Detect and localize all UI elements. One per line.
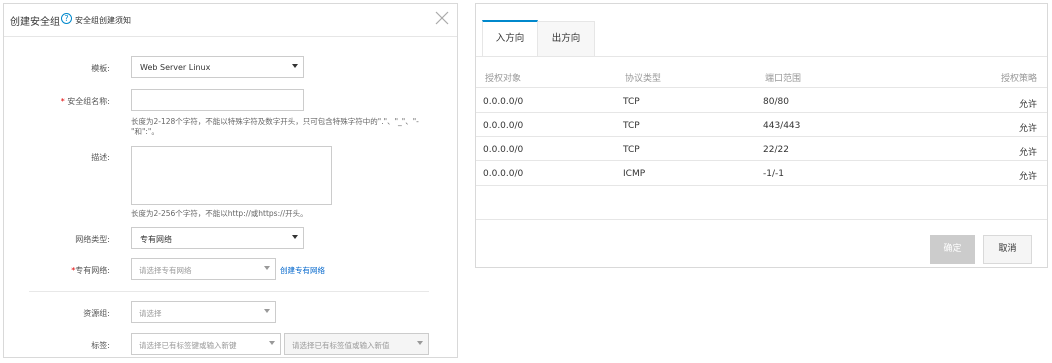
column-header-policy: 授权策略 (1000, 74, 1037, 84)
caret-down-icon (269, 341, 275, 345)
table-cell-source: 0.0.0.0/0 (483, 121, 524, 131)
table-cell-source: 0.0.0.0/0 (483, 169, 524, 179)
table-cell-ports: 80/80 (763, 97, 789, 107)
caret-down-icon (292, 64, 298, 68)
tab-outbound[interactable]: 出方向 (538, 21, 595, 57)
table-cell-protocol: TCP (623, 97, 640, 107)
network-type-select[interactable]: 专有网络 (131, 227, 304, 249)
table-cell-source: 0.0.0.0/0 (483, 145, 524, 155)
resource-group-label: 资源组: (83, 309, 110, 318)
confirm-button[interactable]: 确定 (930, 235, 975, 264)
table-cell-policy: 允许 (1018, 172, 1037, 182)
table-divider (476, 185, 1047, 186)
network-type-label: 网络类型: (75, 235, 110, 244)
table-cell-policy: 允许 (1018, 124, 1037, 134)
security-group-name-input[interactable] (131, 89, 304, 111)
name-label: * 安全组名称: (4, 96, 110, 107)
tag-value-placeholder: 请选择已有标签值或输入新值 (292, 341, 390, 350)
caret-down-icon (264, 309, 270, 313)
question-circle-icon[interactable]: ? (61, 13, 72, 24)
create-security-group-dialog: 创建安全组 ? 安全组创建须知 模板: Web Server Linux * 安… (3, 3, 458, 358)
caret-down-icon (417, 341, 423, 345)
description-textarea[interactable] (131, 146, 332, 205)
template-value: Web Server Linux (140, 63, 211, 72)
table-cell-ports: 443/443 (763, 121, 801, 131)
dialog-title: 创建安全组 (10, 17, 60, 28)
vpc-select[interactable]: 请选择专有网络 (131, 258, 276, 280)
table-cell-protocol: TCP (623, 145, 640, 155)
footer-divider (476, 219, 1047, 220)
dialog-header: 创建安全组 ? 安全组创建须知 (4, 4, 457, 37)
table-cell-protocol: ICMP (623, 169, 646, 179)
tags-label: 标签: (91, 341, 110, 350)
table-cell-protocol: TCP (623, 121, 640, 131)
column-header-ports: 端口范围 (765, 74, 802, 84)
vpc-placeholder: 请选择专有网络 (139, 266, 192, 275)
tag-value-select[interactable]: 请选择已有标签值或输入新值 (284, 333, 429, 355)
name-hint: 长度为2-128个字符，不能以特殊字符及数字开头，只可包含特殊字符中的"."、"… (131, 117, 419, 136)
description-hint: 长度为2-256个字符，不能以http://或https://开头。 (131, 209, 308, 218)
required-mark: * (60, 97, 65, 106)
vpc-label: *专有网络: (4, 265, 110, 276)
close-icon[interactable] (434, 10, 450, 26)
table-divider (476, 160, 1047, 161)
caret-down-icon (264, 266, 270, 270)
network-type-value: 专有网络 (140, 235, 172, 244)
tag-key-placeholder: 请选择已有标签键或输入新键 (139, 341, 237, 350)
resource-group-select[interactable]: 请选择 (131, 301, 276, 323)
table-cell-policy: 允许 (1018, 100, 1037, 110)
resource-group-placeholder: 请选择 (139, 309, 162, 318)
tabs-divider (476, 56, 1047, 57)
tag-key-select[interactable]: 请选择已有标签键或输入新键 (131, 333, 281, 355)
table-cell-ports: -1/-1 (763, 169, 784, 179)
table-divider (476, 136, 1047, 137)
table-cell-source: 0.0.0.0/0 (483, 97, 524, 107)
column-header-protocol: 协议类型 (625, 74, 662, 84)
table-divider (476, 112, 1047, 113)
security-rules-panel: 入方向 出方向 授权对象 协议类型 端口范围 授权策略 0.0.0.0/0 TC… (475, 3, 1048, 268)
template-label: 模板: (91, 64, 110, 73)
tab-inbound[interactable]: 入方向 (482, 20, 538, 57)
create-vpc-link[interactable]: 创建专有网络 (280, 265, 325, 276)
table-divider (476, 87, 1047, 88)
table-cell-policy: 允许 (1018, 148, 1037, 158)
table-cell-ports: 22/22 (763, 145, 789, 155)
vpc-label-text: 专有网络: (75, 266, 110, 275)
cancel-button[interactable]: 取消 (983, 235, 1032, 264)
security-group-help-link[interactable]: 安全组创建须知 (75, 15, 131, 26)
column-header-source: 授权对象 (485, 74, 522, 84)
template-select[interactable]: Web Server Linux (131, 56, 304, 78)
description-label: 描述: (91, 153, 110, 162)
section-divider (29, 291, 429, 292)
name-label-text: 安全组名称: (67, 97, 110, 106)
caret-down-icon (292, 235, 298, 239)
